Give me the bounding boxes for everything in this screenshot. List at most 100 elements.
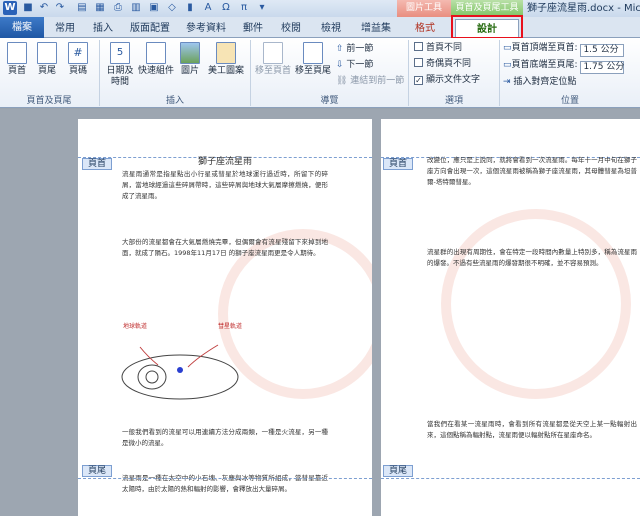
table-icon[interactable]: ▥ <box>129 1 143 15</box>
new-icon[interactable]: ▤ <box>75 1 89 15</box>
footer-button[interactable]: 頁尾 <box>34 42 60 77</box>
checkbox-unchecked <box>414 58 423 67</box>
paragraph-5[interactable]: 改變位，應只是上說同，就將會看到一次流星雨。每年十一月中旬在獅子座方向會出現一次… <box>427 155 637 235</box>
picture-button[interactable]: 圖片 <box>177 42 203 77</box>
show-document-text-checkbox[interactable]: ✓ 顯示文件文字 <box>414 74 480 86</box>
clip-art-label: 美工圖案 <box>207 66 244 76</box>
comet-orbit-label: 彗星軌道 <box>218 323 243 330</box>
tab-format[interactable]: 格式 <box>405 19 445 38</box>
tab-view[interactable]: 檢視 <box>316 19 346 38</box>
tab-references[interactable]: 參考資料 <box>182 19 230 38</box>
next-icon: ⇩ <box>336 60 347 70</box>
symbol-icon[interactable]: Ω <box>219 1 233 15</box>
link-previous-label: 連結到前一節 <box>350 76 405 86</box>
document-page-2[interactable]: 頁首 改變位，應只是上說同，就將會看到一次流星雨。每年十一月中旬在獅子座方向會出… <box>381 119 640 516</box>
header-tag[interactable]: 頁首 <box>383 158 413 170</box>
window-title: 獅子座流星雨.docx - Microsoft Word <box>527 3 640 14</box>
previous-section-label: 前一節 <box>346 44 374 54</box>
print-icon[interactable]: ⎙ <box>111 1 125 15</box>
undo-icon[interactable]: ↶ <box>37 1 51 15</box>
insert-alignment-tab-button[interactable]: ⇥ 插入對齊定位點 <box>503 76 576 88</box>
clip-art-icon <box>216 42 236 64</box>
link-previous-button[interactable]: ⛓ 連結到前一節 <box>336 75 404 87</box>
goto-header-icon <box>263 42 283 64</box>
group-label-insert: 插入 <box>165 96 184 106</box>
paragraph-1[interactable]: 流星雨通常是指星點出小行星或彗星於地球運行過近時，所留下的碎屑，當地球經過這些碎… <box>122 169 328 229</box>
footer-from-bottom-label: 頁首底端至頁尾: <box>511 60 578 70</box>
header-from-top-field[interactable]: ▭頁首頂端至頁首: 1.5 公分 <box>503 42 625 57</box>
group-label-header-footer: 頁首及頁尾 <box>26 96 72 106</box>
quick-parts-label: 快速組件 <box>138 66 175 76</box>
chart-icon[interactable]: ▮ <box>183 1 197 15</box>
tab-review[interactable]: 校閱 <box>276 19 306 38</box>
paragraph-7[interactable]: 當我們在看某一流星雨時，會看到所有流星都是從天空上某一點輻射出來，這個點稱為輻射… <box>427 419 637 475</box>
tab-insert[interactable]: 插入 <box>88 19 118 38</box>
equation-icon[interactable]: π <box>237 1 251 15</box>
tab-mailings[interactable]: 郵件 <box>238 19 268 38</box>
paragraph-6[interactable]: 流星群的出現有周期性，會在特定一段時間內數量上特別多，稱為流星雨的爆發。不過有些… <box>427 247 637 407</box>
picture-icon[interactable]: ▣ <box>147 1 161 15</box>
different-first-page-label: 首頁不同 <box>426 43 463 53</box>
footer-boundary <box>381 478 640 479</box>
word-logo-icon: W <box>3 1 17 15</box>
open-icon[interactable]: ▦ <box>93 1 107 15</box>
word-window: { "window":{"title":"獅子座流星雨.docx - Micro… <box>0 0 640 516</box>
goto-footer-button[interactable]: 移至頁尾 <box>294 42 332 77</box>
footer-from-bottom-input[interactable]: 1.75 公分 <box>580 61 625 74</box>
paragraph-4[interactable]: 流星雨是一種在太空中的小石塊、灰塵與冰等物質所組成，當彗星靠近太陽時，由於太陽的… <box>122 473 328 516</box>
customize-icon[interactable]: ▾ <box>255 1 269 15</box>
next-section-button[interactable]: ⇩ 下一節 <box>336 59 373 71</box>
checkbox-unchecked <box>414 42 423 51</box>
title-bar: W ■ ↶ ↷ ▤ ▦ ⎙ ▥ ▣ ◇ ▮ A Ω π ▾ 圖片工具 頁首及頁尾… <box>0 0 640 17</box>
page-number-icon: # <box>68 42 88 64</box>
footer-tag[interactable]: 頁尾 <box>82 465 112 477</box>
picture-tools-context: 圖片工具 <box>397 0 451 17</box>
tab-file[interactable]: 檔案 <box>0 17 44 38</box>
ribbon-design: 頁首 頁尾 # 頁碼 頁首及頁尾 5 日期及 時間 快速組件 圖片 美工圖案 插… <box>0 38 640 108</box>
page-number-label: 頁碼 <box>68 66 87 76</box>
header-from-top-label: 頁首頂端至頁首: <box>511 43 578 53</box>
textbox-icon[interactable]: A <box>201 1 215 15</box>
date-time-button[interactable]: 5 日期及 時間 <box>104 42 136 88</box>
paragraph-3[interactable]: 一般我們看到的流星可以用連續方法分成兩類，一種是火流星，另一種是微小的流星。 <box>122 427 328 471</box>
comet-orbit <box>121 354 239 400</box>
next-section-label: 下一節 <box>346 60 374 70</box>
link-icon: ⛓ <box>336 76 351 86</box>
header-position-icon: ▭ <box>503 43 512 53</box>
quick-parts-button[interactable]: 快速組件 <box>138 42 174 77</box>
footer-tag[interactable]: 頁尾 <box>383 465 413 477</box>
document-title[interactable]: 獅子座流星雨 <box>78 154 372 167</box>
clip-art-button[interactable]: 美工圖案 <box>206 42 246 77</box>
design-tab-highlight <box>451 15 523 39</box>
checkmark-icon: ✓ <box>414 76 423 85</box>
page-number-button[interactable]: # 頁碼 <box>64 42 92 77</box>
different-odd-even-checkbox[interactable]: 奇偶頁不同 <box>414 58 471 70</box>
picture-label: 圖片 <box>180 66 199 76</box>
save-icon[interactable]: ■ <box>21 1 35 15</box>
document-page-1[interactable]: 頁首 獅子座流星雨 流星雨通常是指星點出小行星或彗星於地球運行過近時，所留下的碎… <box>78 119 372 516</box>
group-label-navigation: 導覽 <box>320 96 339 106</box>
previous-section-button[interactable]: ⇧ 前一節 <box>336 43 373 55</box>
different-odd-even-label: 奇偶頁不同 <box>426 59 472 69</box>
group-label-position: 位置 <box>560 96 579 106</box>
footer-from-bottom-field[interactable]: ▭頁首底端至頁尾: 1.75 公分 <box>503 59 625 74</box>
footer-button-label: 頁尾 <box>37 66 56 76</box>
redo-icon[interactable]: ↷ <box>53 1 67 15</box>
tab-page-layout[interactable]: 版面配置 <box>126 19 174 38</box>
document-work-area[interactable]: 頁首 獅子座流星雨 流星雨通常是指星點出小行星或彗星於地球運行過近時，所留下的碎… <box>0 109 640 516</box>
goto-header-label: 移至頁首 <box>254 66 291 76</box>
quick-parts-icon <box>146 42 166 64</box>
goto-header-button[interactable]: 移至頁首 <box>254 42 292 77</box>
footer-icon <box>37 42 57 64</box>
tab-addins[interactable]: 增益集 <box>356 19 396 38</box>
different-first-page-checkbox[interactable]: 首頁不同 <box>414 42 462 54</box>
footer-boundary <box>78 478 372 479</box>
earth-orbit <box>137 364 167 390</box>
paragraph-2[interactable]: 大部份的流星都會在大氣層燃燒完畢，但偶爾會有流星殘留下來掉到地面，就成了隕石。1… <box>122 237 328 305</box>
show-document-text-label: 顯示文件文字 <box>426 75 481 85</box>
header-from-top-input[interactable]: 1.5 公分 <box>580 44 625 57</box>
header-icon <box>7 42 27 64</box>
header-button[interactable]: 頁首 <box>4 42 30 77</box>
tab-home[interactable]: 常用 <box>50 19 80 38</box>
shapes-icon[interactable]: ◇ <box>165 1 179 15</box>
